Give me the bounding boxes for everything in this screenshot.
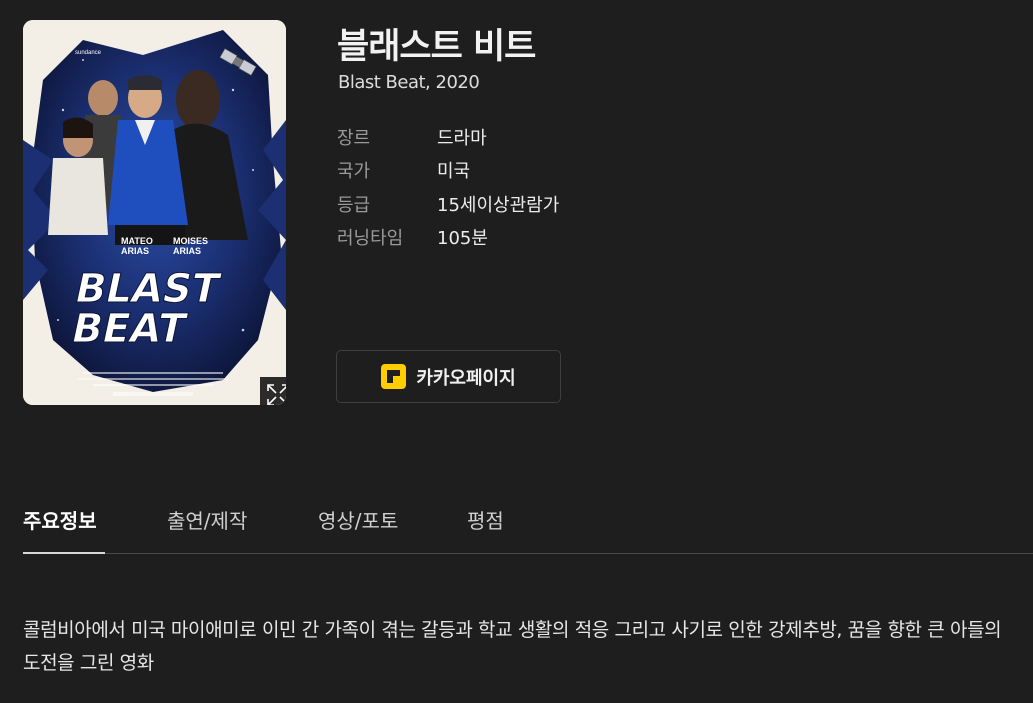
movie-detail-page: MATEO ARIAS MOISES ARIAS BLAST BEAT sund… [0,0,1033,703]
info-value: 드라마 [437,127,487,149]
info-value: 105분 [437,228,488,250]
info-row-country: 국가 미국 [337,154,559,188]
tab-main-info[interactable]: 주요정보 [23,496,105,554]
movie-poster[interactable]: MATEO ARIAS MOISES ARIAS BLAST BEAT sund… [23,20,286,405]
info-row-runtime: 러닝타임 105분 [337,221,559,255]
detail-tabs: 주요정보 출연/제작 영상/포토 평점 [23,496,1033,554]
expand-poster-button[interactable] [260,377,286,405]
svg-text:BEAT: BEAT [67,304,190,351]
poster-sundance-label: sundance [75,50,102,56]
info-label: 국가 [337,161,371,183]
tab-cast-crew[interactable]: 출연/제작 [167,496,247,553]
movie-info-list: 장르 드라마 국가 미국 등급 15세이상관람가 러닝타임 105분 [337,120,559,254]
info-value: 15세이상관람가 [437,194,560,216]
svg-text:ARIAS: ARIAS [121,246,149,256]
svg-text:ARIAS: ARIAS [173,246,201,256]
movie-title: 블래스트 비트 [337,27,536,67]
info-row-genre: 장르 드라마 [337,120,559,154]
tab-rating[interactable]: 평점 [467,496,504,553]
poster-cast-2: MOISES [173,236,208,246]
kakaopage-icon [381,364,407,389]
kakaopage-label: 카카오페이지 [416,367,516,389]
kakaopage-button[interactable]: 카카오페이지 [336,350,561,403]
movie-synopsis: 콜럼비아에서 미국 마이애미로 이민 간 가족이 겪는 갈등과 학교 생활의 적… [23,619,1002,674]
movie-original-title-year: Blast Beat, 2020 [338,72,480,93]
info-value: 미국 [437,161,471,183]
tab-video-photo[interactable]: 영상/포토 [318,496,398,553]
poster-artwork: MATEO ARIAS MOISES ARIAS BLAST BEAT sund… [23,20,286,405]
info-row-rating: 등급 15세이상관람가 [337,187,559,221]
info-label: 장르 [337,127,371,149]
info-label: 러닝타임 [337,228,404,250]
expand-icon [267,384,286,405]
info-label: 등급 [337,194,371,216]
poster-cast-1: MATEO [121,236,153,246]
